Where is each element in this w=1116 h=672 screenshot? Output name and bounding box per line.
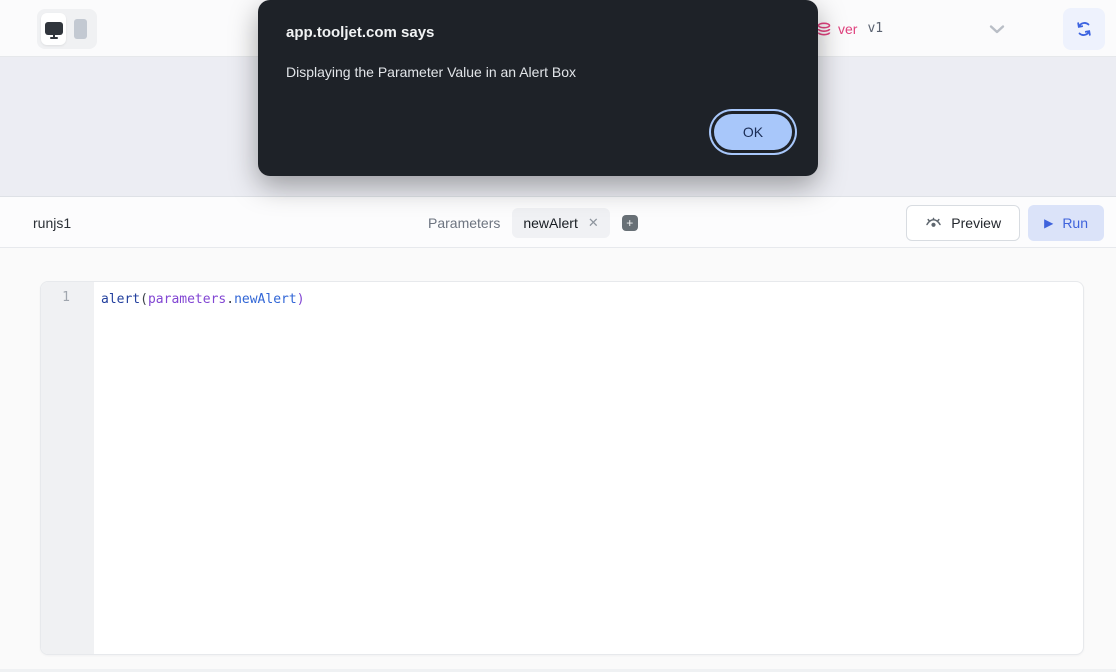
parameter-tag-label: newAlert: [523, 215, 577, 231]
refresh-icon: [1075, 20, 1093, 38]
code-token: parameters: [148, 292, 226, 307]
browser-alert-dialog: app.tooljet.com says Displaying the Para…: [258, 0, 818, 176]
parameter-tag-newAlert[interactable]: newAlert ✕: [512, 208, 609, 238]
preview-button[interactable]: Preview: [906, 205, 1020, 241]
mobile-icon: [74, 19, 87, 39]
query-actions: Preview ▶ Run: [906, 205, 1104, 241]
code-token: alert: [101, 292, 140, 307]
parameters-label: Parameters: [428, 215, 500, 231]
code-line: alert(parameters.newAlert): [101, 290, 1083, 309]
desktop-icon: [45, 22, 63, 37]
code-token: ): [297, 292, 305, 307]
play-icon: ▶: [1044, 216, 1053, 230]
code-token: newAlert: [234, 292, 297, 307]
layers-icon: [816, 21, 832, 37]
desktop-toggle-button[interactable]: [41, 13, 66, 45]
editor-code-area[interactable]: alert(parameters.newAlert): [94, 282, 1083, 309]
query-panel-header: runjs1 Parameters newAlert ✕ + Preview: [0, 196, 1116, 248]
line-number: 1: [41, 290, 70, 305]
run-label: Run: [1062, 215, 1088, 231]
alert-title: app.tooljet.com says: [286, 24, 434, 41]
query-panel-body: 1 alert(parameters.newAlert): [0, 248, 1116, 672]
query-name[interactable]: runjs1: [33, 197, 71, 249]
code-editor[interactable]: 1 alert(parameters.newAlert): [40, 281, 1084, 655]
add-parameter-button[interactable]: +: [622, 215, 638, 231]
refresh-button[interactable]: [1063, 8, 1105, 50]
eye-icon: [925, 215, 942, 232]
alert-message: Displaying the Parameter Value in an Ale…: [286, 64, 576, 80]
preview-label: Preview: [951, 215, 1001, 231]
version-dropdown-toggle[interactable]: [986, 0, 1008, 57]
run-button[interactable]: ▶ Run: [1028, 205, 1104, 241]
device-toggle: [37, 9, 97, 49]
ok-button[interactable]: OK: [714, 114, 792, 150]
version-selector[interactable]: ver v1: [816, 0, 883, 57]
version-value: v1: [867, 21, 883, 36]
plus-icon: +: [626, 216, 633, 230]
close-icon[interactable]: ✕: [588, 215, 599, 231]
code-token: (: [140, 292, 148, 307]
editor-gutter: 1: [41, 282, 94, 654]
version-label: ver: [838, 21, 857, 37]
chevron-down-icon: [986, 18, 1008, 40]
mobile-toggle-button[interactable]: [68, 13, 93, 45]
parameters-group: Parameters newAlert ✕ +: [428, 197, 638, 249]
code-token: .: [226, 292, 234, 307]
